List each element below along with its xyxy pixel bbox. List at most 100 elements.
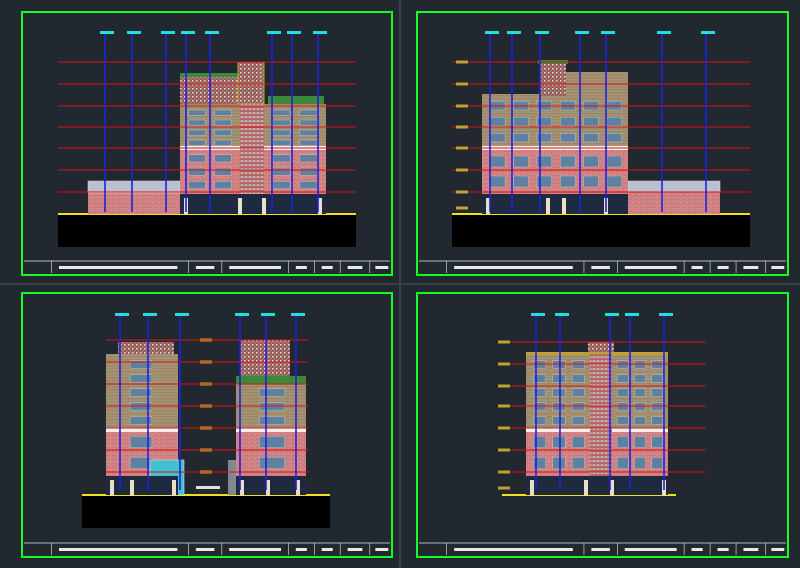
cad-drawing-canvas[interactable] [0, 0, 800, 568]
window [606, 132, 622, 143]
window [634, 402, 646, 411]
window [583, 175, 599, 188]
downpipe-cap [127, 31, 141, 34]
title-block-text [743, 266, 759, 269]
cad-model-space[interactable] [0, 0, 800, 568]
window [188, 129, 206, 136]
window [583, 155, 599, 168]
downpipe-cap [701, 31, 715, 34]
downpipe-cap [507, 31, 521, 34]
window [616, 388, 629, 397]
level-marker [498, 470, 510, 474]
window [536, 116, 552, 127]
level-marker [498, 340, 510, 344]
downpipe-cap [313, 31, 327, 34]
title-block-text [691, 266, 703, 269]
window [214, 181, 232, 189]
downpipe-cap [625, 313, 639, 316]
downpipe-cap [287, 31, 301, 34]
level-marker [456, 60, 468, 64]
window [616, 416, 629, 425]
window [188, 119, 206, 126]
pilotis-column [562, 198, 566, 214]
window [259, 402, 286, 411]
window [552, 388, 566, 397]
window [616, 436, 629, 448]
window [634, 457, 646, 469]
title-block-text [743, 548, 759, 551]
window [606, 175, 622, 188]
window [513, 116, 529, 127]
window [299, 119, 318, 126]
title-block-text [771, 266, 785, 269]
window [259, 416, 286, 425]
window [536, 132, 552, 143]
downpipe-cap [267, 31, 281, 34]
window [188, 181, 206, 189]
window [571, 360, 585, 369]
title-block-text [347, 548, 363, 551]
downpipe-cap [161, 31, 175, 34]
downpipe-cap [175, 313, 189, 316]
window [259, 388, 286, 397]
pilotis-column [110, 480, 114, 496]
window [490, 175, 506, 188]
downpipe-cap [657, 31, 671, 34]
window [513, 175, 529, 188]
window [214, 167, 232, 176]
window [606, 116, 622, 127]
downpipe-cap [605, 313, 619, 316]
window [552, 436, 566, 448]
downpipe-cap [575, 31, 589, 34]
window [513, 132, 529, 143]
title-block-text [717, 266, 729, 269]
downpipe-cap [555, 313, 569, 316]
title-block-text [454, 266, 573, 269]
ground-floor-void [526, 476, 668, 495]
level-marker [456, 82, 468, 86]
window [272, 167, 291, 176]
window [214, 139, 232, 146]
window [616, 374, 629, 383]
window [272, 109, 291, 116]
window [552, 457, 566, 469]
window [616, 402, 629, 411]
window [571, 388, 585, 397]
downpipe-cap [291, 313, 305, 316]
ground-mass [82, 495, 330, 528]
window [299, 139, 318, 146]
window [651, 360, 664, 369]
window [259, 457, 286, 469]
roof-terrace-rail [268, 96, 324, 104]
title-block-text [717, 548, 729, 551]
window [552, 416, 566, 425]
upper-setback [560, 72, 628, 94]
ground-floor-void [180, 194, 326, 214]
window [272, 139, 291, 146]
roof-cladding [240, 340, 290, 376]
window [651, 388, 664, 397]
downpipe-cap [100, 31, 114, 34]
title-block-text [454, 548, 573, 551]
title-block-text [691, 548, 703, 551]
title-block-text [375, 548, 389, 551]
level-marker [456, 206, 468, 210]
pilotis-column [584, 480, 588, 496]
title-block-text [624, 266, 677, 269]
window [272, 129, 291, 136]
window [651, 436, 664, 448]
window [299, 167, 318, 176]
window [536, 175, 552, 188]
window [560, 175, 576, 188]
title-block-text [229, 548, 281, 551]
window [552, 360, 566, 369]
window [583, 116, 599, 127]
pilotis-column [546, 198, 550, 214]
window [651, 416, 664, 425]
window [299, 109, 318, 116]
downpipe-cap [143, 313, 157, 316]
downpipe-cap [235, 313, 249, 316]
title-block-text [195, 266, 215, 269]
pilotis-column [262, 198, 266, 214]
title-block-text [591, 548, 610, 551]
